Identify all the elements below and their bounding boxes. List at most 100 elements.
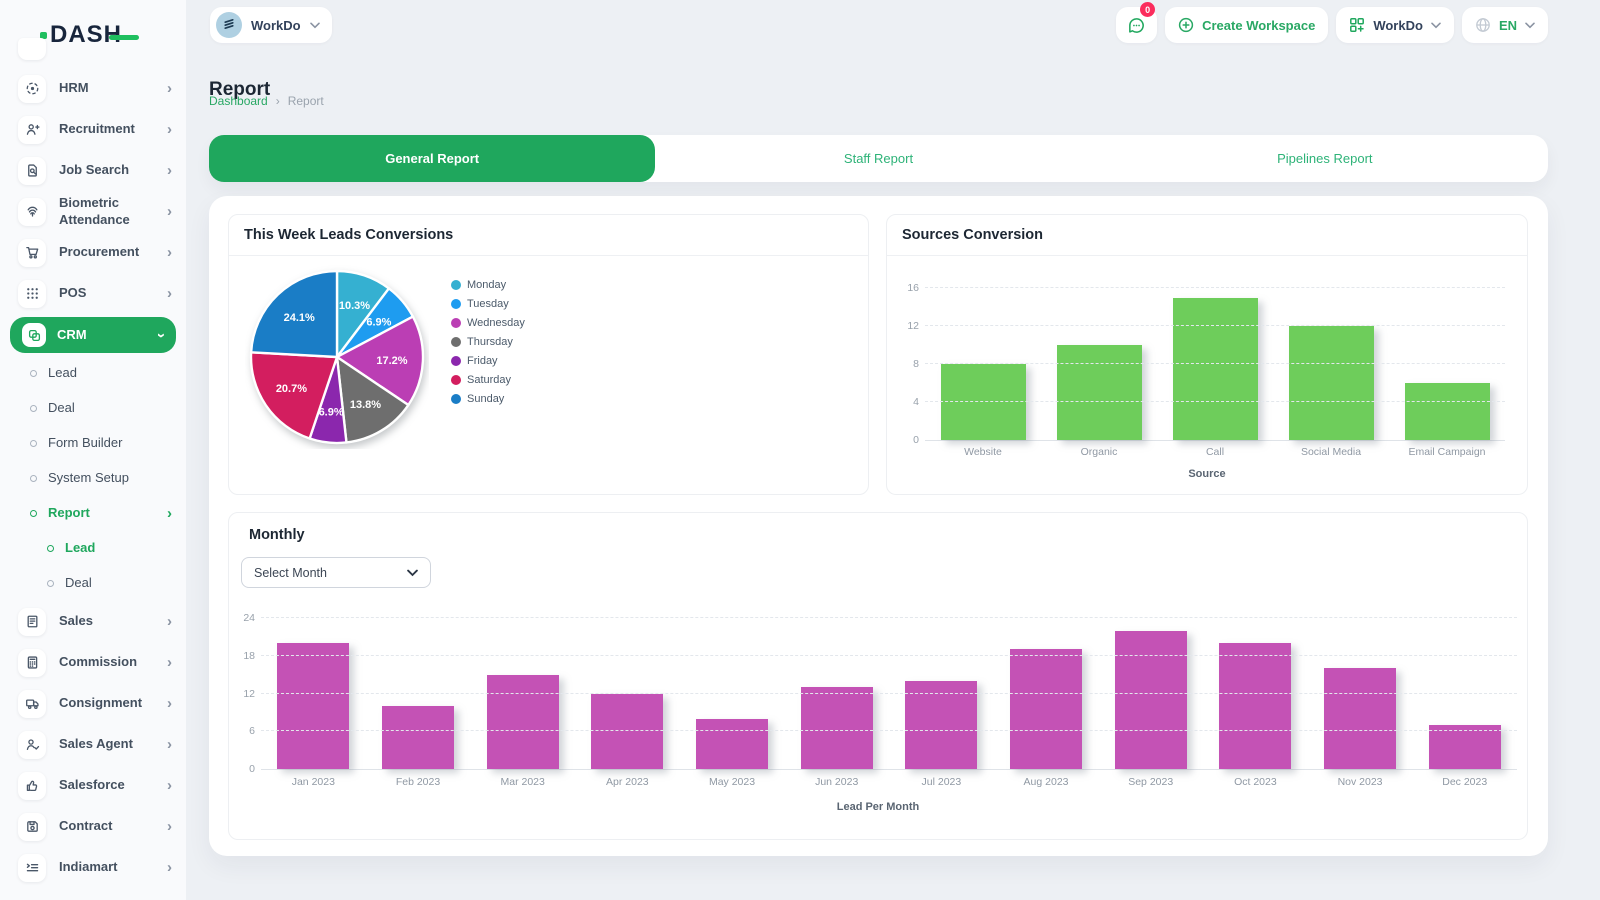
bar-may-2023 (696, 719, 768, 769)
sidebar-item-salesforce[interactable]: Salesforce› (0, 765, 186, 806)
legend-label: Sunday (467, 393, 504, 405)
sidebar-item-label: POS (59, 285, 167, 301)
sidebar-item-label: Report (48, 505, 167, 521)
legend-item-thursday[interactable]: Thursday (451, 336, 525, 348)
sidebar-item-crm[interactable]: CRM› (10, 317, 176, 353)
create-workspace-label: Create Workspace (1202, 18, 1315, 33)
bar-jun-2023 (801, 687, 873, 769)
sidebar-item-hrm[interactable]: HRM› (0, 68, 186, 109)
week-leads-pie-chart: 10.3%6.9%17.2%13.8%6.9%20.7%24.1% (245, 265, 429, 449)
legend-label: Friday (467, 355, 498, 367)
legend-item-wednesday[interactable]: Wednesday (451, 317, 525, 329)
y-axis-tick-label: 18 (225, 650, 255, 662)
sidebar-item-biometric-attendance[interactable]: Biometric Attendance› (0, 191, 186, 232)
sidebar-item-system-setup[interactable]: System Setup (0, 461, 186, 496)
legend-item-sunday[interactable]: Sunday (451, 393, 525, 405)
language-selector[interactable]: EN (1462, 7, 1548, 43)
legend-dot-icon (451, 337, 461, 347)
sidebar-item-procurement[interactable]: Procurement› (0, 232, 186, 273)
sidebar-item-commission[interactable]: Commission› (0, 642, 186, 683)
select-month-dropdown[interactable]: Select Month (241, 557, 431, 588)
sources-bar-chart: 0481216 (925, 288, 1505, 441)
sidebar-item-deal[interactable]: Deal (0, 566, 186, 601)
sidebar-item-contract[interactable]: Contract› (0, 806, 186, 847)
messages-button[interactable]: 0 (1116, 7, 1157, 43)
pie-value-label: 6.9% (366, 316, 391, 328)
gridline (261, 693, 1517, 694)
sidebar-item-consignment[interactable]: Consignment› (0, 683, 186, 724)
x-axis-tick-label: Email Campaign (1389, 446, 1505, 458)
gridline (925, 363, 1505, 364)
notification-badge: 0 (1140, 2, 1155, 17)
plus-circle-icon (1178, 17, 1194, 33)
legend-item-tuesday[interactable]: Tuesday (451, 298, 525, 310)
chevron-down-icon (1431, 22, 1441, 29)
tab-staff-report[interactable]: Staff Report (655, 135, 1101, 182)
bar-jan-2023 (277, 643, 349, 769)
chevron-right-icon: › (167, 204, 172, 219)
bullet-icon (30, 475, 37, 482)
x-axis-tick-label: Social Media (1273, 446, 1389, 458)
bar-column (1273, 288, 1389, 440)
tab-general-report[interactable]: General Report (209, 135, 655, 182)
pie-legend: Monday Tuesday Wednesday Thursday Friday Satu… (451, 279, 525, 412)
x-axis-tick-label: Oct 2023 (1203, 776, 1308, 788)
sources-axis-title: Source (887, 468, 1527, 480)
chevron-right-icon: › (167, 122, 172, 137)
sidebar-item-recruitment[interactable]: Recruitment› (0, 109, 186, 150)
x-axis-tick-label: May 2023 (680, 776, 785, 788)
y-axis-tick-label: 8 (889, 358, 919, 370)
legend-dot-icon (451, 318, 461, 328)
sidebar-item-label: Contract (59, 818, 167, 834)
sources-x-labels: WebsiteOrganicCallSocial MediaEmail Camp… (925, 446, 1505, 458)
pie-value-label: 17.2% (376, 355, 407, 367)
bar-column (994, 618, 1099, 769)
sidebar-item-form-builder[interactable]: Form Builder (0, 426, 186, 461)
bullet-icon (30, 510, 37, 517)
bar-column (1041, 288, 1157, 440)
bar-sep-2023 (1115, 631, 1187, 769)
sidebar-item-indiamart[interactable]: Indiamart› (0, 847, 186, 888)
bar-column (366, 618, 471, 769)
gridline (925, 287, 1505, 288)
sidebar-item-lead[interactable]: Lead (0, 356, 186, 391)
y-axis-tick-label: 0 (225, 763, 255, 775)
sidebar-item-sales-agent[interactable]: Sales Agent› (0, 724, 186, 765)
workdo-menu-button[interactable]: WorkDo (1336, 7, 1454, 43)
bar-column (784, 618, 889, 769)
monthly-title: Monthly (249, 527, 305, 543)
sidebar-item-job-search[interactable]: Job Search› (0, 150, 186, 191)
legend-dot-icon (451, 280, 461, 290)
sources-card-header: Sources Conversion (887, 215, 1527, 256)
breadcrumb-separator: › (276, 94, 280, 108)
sidebar-item-label: Procurement (59, 244, 167, 260)
sidebar-item-pos[interactable]: POS› (0, 273, 186, 314)
legend-item-saturday[interactable]: Saturday (451, 374, 525, 386)
sidebar-item-sales[interactable]: Sales› (0, 601, 186, 642)
workspace-switcher[interactable]: WorkDo (210, 7, 332, 43)
legend-item-monday[interactable]: Monday (451, 279, 525, 291)
sidebar-item-deal[interactable]: Deal (0, 391, 186, 426)
sidebar-item-report[interactable]: Report› (0, 496, 186, 531)
chevron-right-icon: › (167, 655, 172, 670)
sources-conversion-card: Sources Conversion 0481216 WebsiteOrgani… (886, 214, 1528, 495)
tab-pipelines-report[interactable]: Pipelines Report (1102, 135, 1548, 182)
bullet-icon (47, 545, 54, 552)
gridline (925, 401, 1505, 402)
breadcrumb-dashboard-link[interactable]: Dashboard (209, 94, 268, 108)
x-axis-tick-label: Feb 2023 (366, 776, 471, 788)
y-axis-tick-label: 16 (889, 282, 919, 294)
legend-label: Saturday (467, 374, 511, 386)
pie-value-label: 13.8% (350, 399, 381, 411)
job-search-icon (18, 157, 46, 185)
sidebar-item-label: Salesforce (59, 777, 167, 793)
procurement-icon (18, 239, 46, 267)
chevron-right-icon: › (167, 819, 172, 834)
x-axis-tick-label: Jan 2023 (261, 776, 366, 788)
chevron-right-icon: › (167, 778, 172, 793)
sidebar-item-lead[interactable]: Lead (0, 531, 186, 566)
legend-item-friday[interactable]: Friday (451, 355, 525, 367)
sidebar-item-label: Lead (65, 540, 172, 556)
create-workspace-button[interactable]: Create Workspace (1165, 7, 1328, 43)
monthly-bar-chart: 06121824 (261, 618, 1517, 770)
